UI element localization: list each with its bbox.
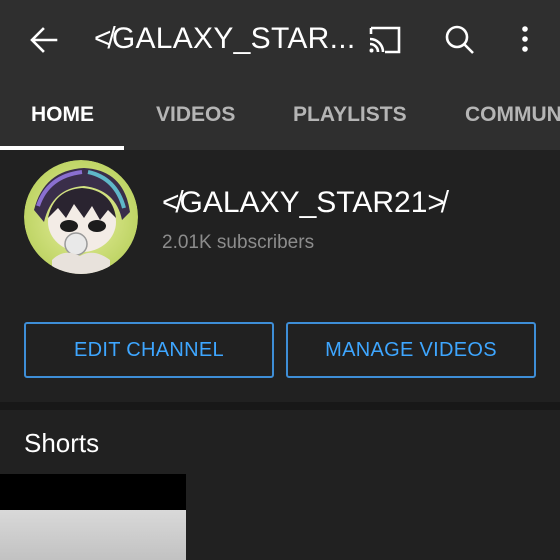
back-arrow-icon[interactable] [24,20,64,60]
app-bar: ≮GALAXY_STAR... [0,0,560,80]
avatar[interactable] [24,160,138,274]
section-divider [0,402,560,410]
subscriber-count: 2.01K subscribers [162,232,315,253]
more-vert-icon[interactable] [506,20,546,60]
tab-community[interactable]: COMMUN [465,80,560,150]
tab-home[interactable]: HOME [31,80,94,150]
channel-name: ≮GALAXY_STAR21≯ [162,186,445,219]
channel-tabs: HOME VIDEOS PLAYLISTS COMMUN [0,80,560,150]
cast-icon[interactable] [365,22,405,58]
tab-videos[interactable]: VIDEOS [156,80,235,150]
shorts-heading: Shorts [24,428,100,458]
search-icon[interactable] [440,20,480,60]
short-thumbnail[interactable] [0,474,186,560]
short-thumbnail-image [0,510,186,560]
tab-playlists[interactable]: PLAYLISTS [293,80,407,150]
manage-videos-button[interactable]: MANAGE VIDEOS [286,322,536,378]
channel-title: ≮GALAXY_STAR... [94,22,354,55]
edit-channel-button[interactable]: EDIT CHANNEL [24,322,274,378]
